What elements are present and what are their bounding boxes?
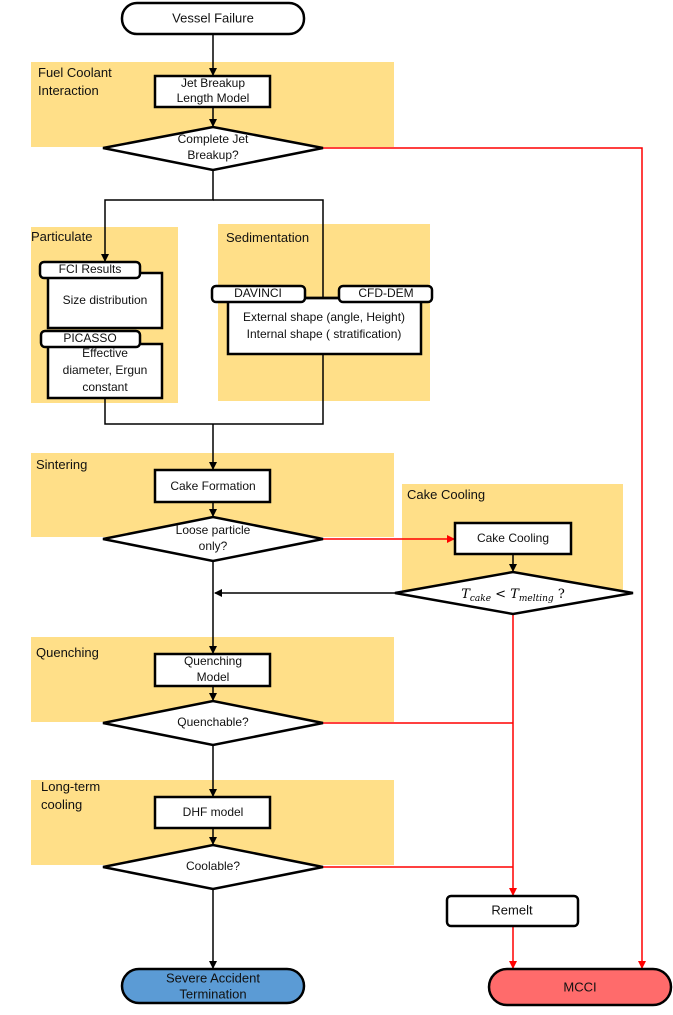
svg-text:Severe Accident: Severe Accident (166, 970, 260, 985)
quenching-model-box: Quenching Model (153, 652, 272, 688)
region-label: cooling (41, 797, 82, 812)
region-label: Fuel Coolant (38, 65, 112, 80)
svg-text:Vessel Failure: Vessel Failure (172, 10, 254, 25)
region-label: Long-term (41, 779, 100, 794)
end-severe-accident-termination: Severe Accident Termination (120, 967, 306, 1005)
remelt-box: Remelt (445, 894, 580, 928)
cake-cooling-box: Cake Cooling (453, 521, 573, 556)
svg-text:PICASSO: PICASSO (63, 331, 116, 345)
svg-text:Model: Model (197, 670, 230, 684)
start-vessel-failure: Vessel Failure (120, 1, 306, 36)
svg-text:DHF model: DHF model (183, 805, 244, 819)
svg-text:Quenchable?: Quenchable? (177, 715, 249, 729)
dhf-model-box: DHF model (153, 795, 272, 830)
davinci-tab: DAVINCI (210, 284, 307, 304)
region-label: Particulate (31, 229, 92, 244)
region-label: Sedimentation (226, 230, 309, 245)
end-mcci: MCCI (487, 967, 673, 1007)
picasso-tab: PICASSO (39, 329, 142, 349)
cfd-dem-tab: CFD-DEM (337, 284, 434, 304)
size-distribution-box: Size distribution (46, 271, 164, 330)
jet-breakup-length-model-box: Jet Breakup Length Model (153, 74, 272, 109)
svg-text:CFD-DEM: CFD-DEM (358, 286, 413, 300)
svg-text:Complete Jet: Complete Jet (178, 132, 249, 146)
region-label: Sintering (36, 457, 87, 472)
svg-text:constant: constant (82, 380, 128, 394)
svg-text:Termination: Termination (179, 986, 246, 1001)
svg-text:Breakup?: Breakup? (187, 148, 239, 162)
svg-text:DAVINCI: DAVINCI (234, 286, 282, 300)
svg-text:Remelt: Remelt (491, 902, 533, 917)
cake-formation-box: Cake Formation (153, 468, 272, 504)
svg-text:diameter, Ergun: diameter, Ergun (63, 363, 148, 377)
svg-text:External shape (angle, Height): External shape (angle, Height) (243, 310, 405, 324)
svg-text:FCI Results: FCI Results (59, 262, 122, 276)
svg-text:Jet Breakup: Jet Breakup (181, 76, 245, 90)
svg-text:Quenching: Quenching (184, 654, 242, 668)
svg-text:Coolable?: Coolable? (186, 859, 240, 873)
svg-text:only?: only? (199, 539, 228, 553)
svg-text:Size distribution: Size distribution (63, 293, 148, 307)
svg-text:MCCI: MCCI (563, 979, 596, 994)
region-label: Cake Cooling (407, 487, 485, 502)
svg-text:Effective: Effective (82, 346, 128, 360)
shape-box: External shape (angle, Height) Internal … (226, 296, 423, 356)
flowchart: Fuel Coolant Interaction Particulate Sed… (31, 1, 673, 1007)
effective-diameter-box: Effective diameter, Ergun constant (46, 342, 164, 400)
fci-results-tab: FCI Results (38, 260, 142, 280)
region-label: Interaction (38, 83, 99, 98)
svg-text:Internal shape ( stratificatio: Internal shape ( stratification) (247, 327, 402, 341)
svg-text:Loose particle: Loose particle (176, 523, 251, 537)
svg-text:Cake Formation: Cake Formation (170, 479, 255, 493)
svg-text:Cake Cooling: Cake Cooling (477, 531, 549, 545)
region-label: Quenching (36, 645, 99, 660)
svg-text:Length Model: Length Model (177, 91, 250, 105)
